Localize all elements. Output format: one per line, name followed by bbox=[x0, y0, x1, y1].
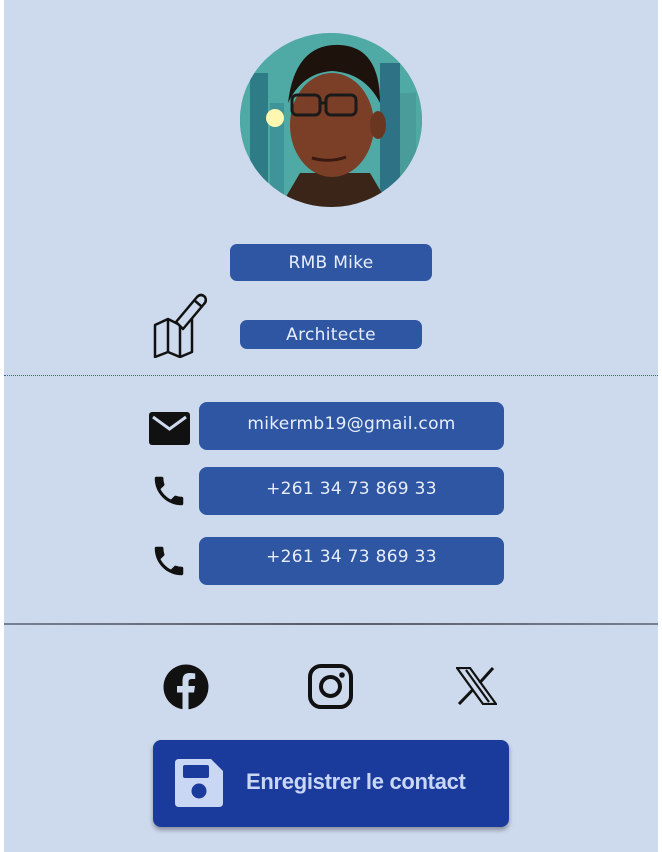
phone-field-2[interactable]: +261 34 73 869 33 bbox=[199, 537, 504, 585]
job-title-text: Architecte bbox=[286, 324, 376, 345]
job-title-field[interactable]: Architecte bbox=[240, 320, 422, 349]
email-field[interactable]: mikermb19@gmail.com bbox=[199, 402, 504, 450]
name-text: RMB Mike bbox=[288, 252, 374, 273]
floppy-disk-icon bbox=[175, 759, 223, 807]
divider bbox=[4, 375, 658, 376]
phone-text-2: +261 34 73 869 33 bbox=[266, 547, 437, 567]
save-contact-label: Enregistrer le contact bbox=[246, 769, 466, 794]
phone-text-1: +261 34 73 869 33 bbox=[266, 479, 437, 499]
facebook-icon[interactable] bbox=[163, 664, 209, 710]
x-icon[interactable] bbox=[456, 667, 497, 705]
phone-field-1[interactable]: +261 34 73 869 33 bbox=[199, 467, 504, 515]
email-text: mikermb19@gmail.com bbox=[247, 414, 456, 434]
phone-icon bbox=[154, 546, 184, 576]
avatar bbox=[240, 33, 422, 207]
instagram-icon[interactable] bbox=[308, 664, 353, 709]
name-field[interactable]: RMB Mike bbox=[230, 244, 432, 281]
phone-icon bbox=[154, 476, 184, 506]
divider-line bbox=[4, 623, 658, 625]
map-pencil-icon bbox=[153, 293, 208, 358]
profile-photo bbox=[240, 33, 422, 207]
contact-card: RMB Mike Architecte mikermb19@gmail.com … bbox=[4, 0, 658, 852]
save-contact-button[interactable]: Enregistrer le contact bbox=[153, 740, 509, 827]
mail-icon bbox=[149, 412, 190, 445]
